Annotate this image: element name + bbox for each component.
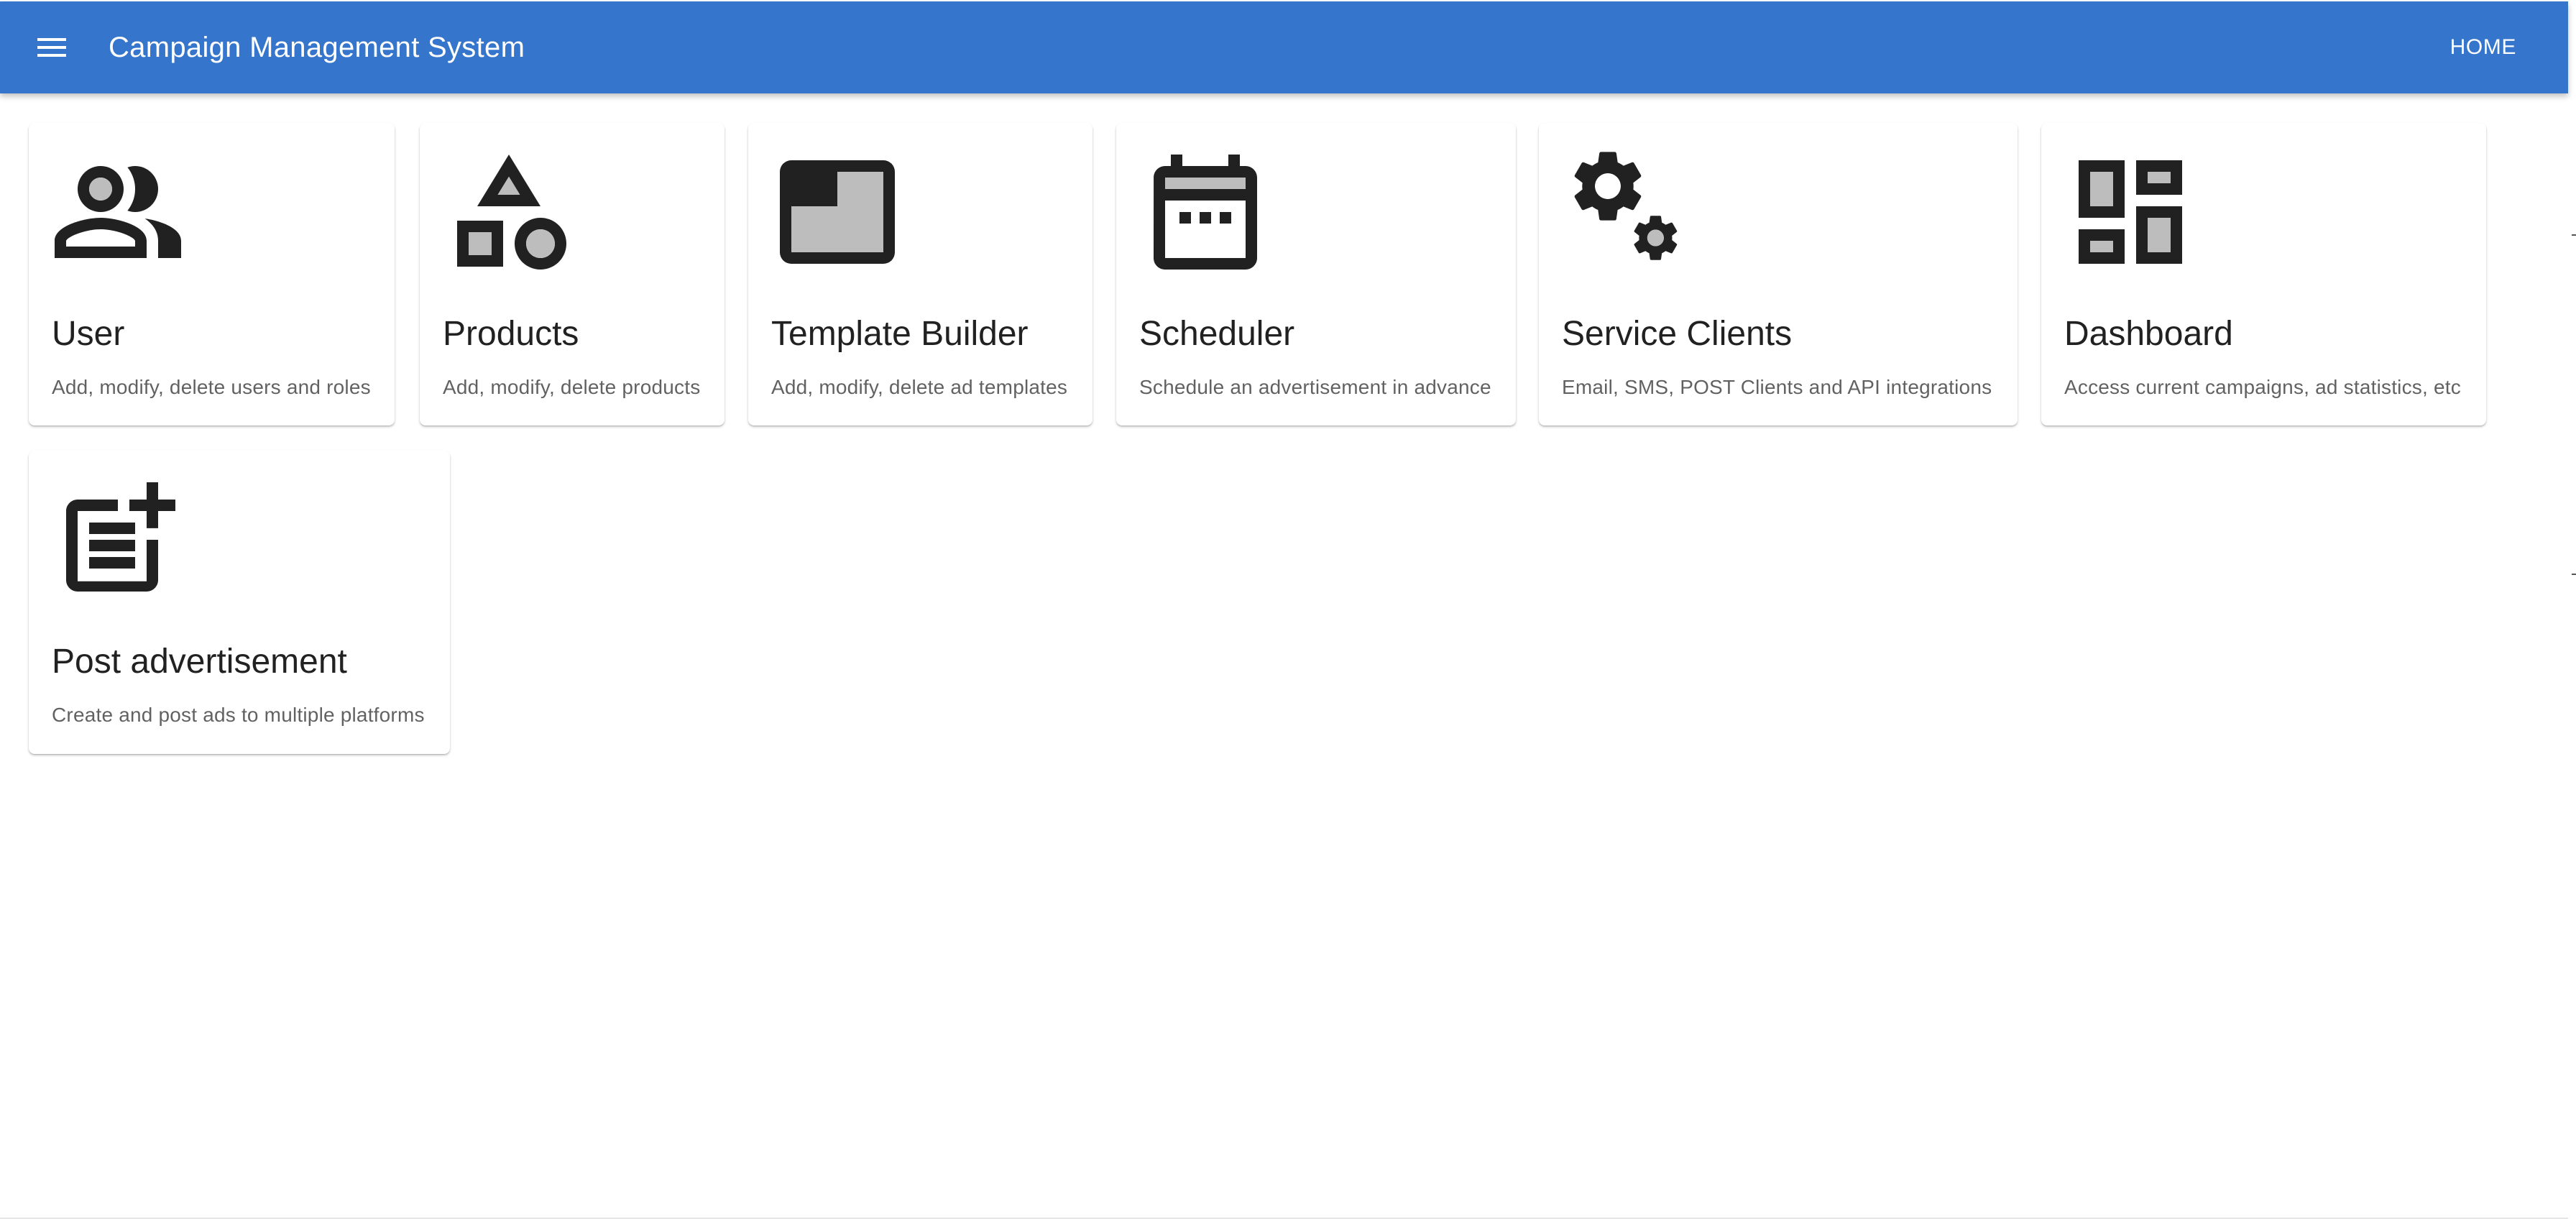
card-title: Template Builder	[771, 315, 1029, 353]
card-title: User	[52, 315, 125, 353]
card-description: Email, SMS, POST Clients and API integra…	[1562, 376, 1992, 398]
card-dashboard[interactable]: Dashboard Access current campaigns, ad s…	[2041, 123, 2486, 426]
post-add-icon	[49, 471, 187, 609]
scrollbar-marker	[2572, 574, 2576, 575]
people-icon	[49, 143, 187, 281]
card-title: Dashboard	[2064, 315, 2233, 353]
card-description: Access current campaigns, ad statistics,…	[2064, 376, 2461, 398]
calendar-icon	[1136, 143, 1274, 281]
card-title: Products	[443, 315, 579, 353]
card-scheduler[interactable]: Scheduler Schedule an advertisement in a…	[1116, 123, 1516, 426]
app-title: Campaign Management System	[109, 32, 525, 63]
card-service-clients[interactable]: Service Clients Email, SMS, POST Clients…	[1539, 123, 2018, 426]
gears-icon	[1559, 143, 1697, 281]
hamburger-menu-icon	[37, 38, 66, 57]
card-description: Create and post ads to multiple platform…	[52, 704, 425, 726]
card-description: Add, modify, delete users and roles	[52, 376, 371, 398]
category-shapes-icon	[440, 143, 578, 281]
scrollbar-marker	[2572, 234, 2576, 236]
card-post-advertisement[interactable]: Post advertisement Create and post ads t…	[29, 451, 450, 754]
card-title: Post advertisement	[52, 643, 347, 681]
web-asset-icon	[768, 143, 906, 281]
card-products[interactable]: Products Add, modify, delete products	[420, 123, 724, 426]
card-title: Scheduler	[1139, 315, 1295, 353]
card-description: Add, modify, delete ad templates	[771, 376, 1068, 398]
card-description: Add, modify, delete products	[443, 376, 701, 398]
card-description: Schedule an advertisement in advance	[1139, 376, 1491, 398]
home-link[interactable]: HOME	[2450, 1, 2516, 93]
card-title: Service Clients	[1562, 315, 1793, 353]
dashboard-icon	[2061, 143, 2199, 281]
card-user[interactable]: User Add, modify, delete users and roles	[29, 123, 395, 426]
card-template-builder[interactable]: Template Builder Add, modify, delete ad …	[748, 123, 1092, 426]
app-bar: Campaign Management System HOME	[0, 1, 2568, 93]
menu-button[interactable]	[29, 24, 75, 70]
